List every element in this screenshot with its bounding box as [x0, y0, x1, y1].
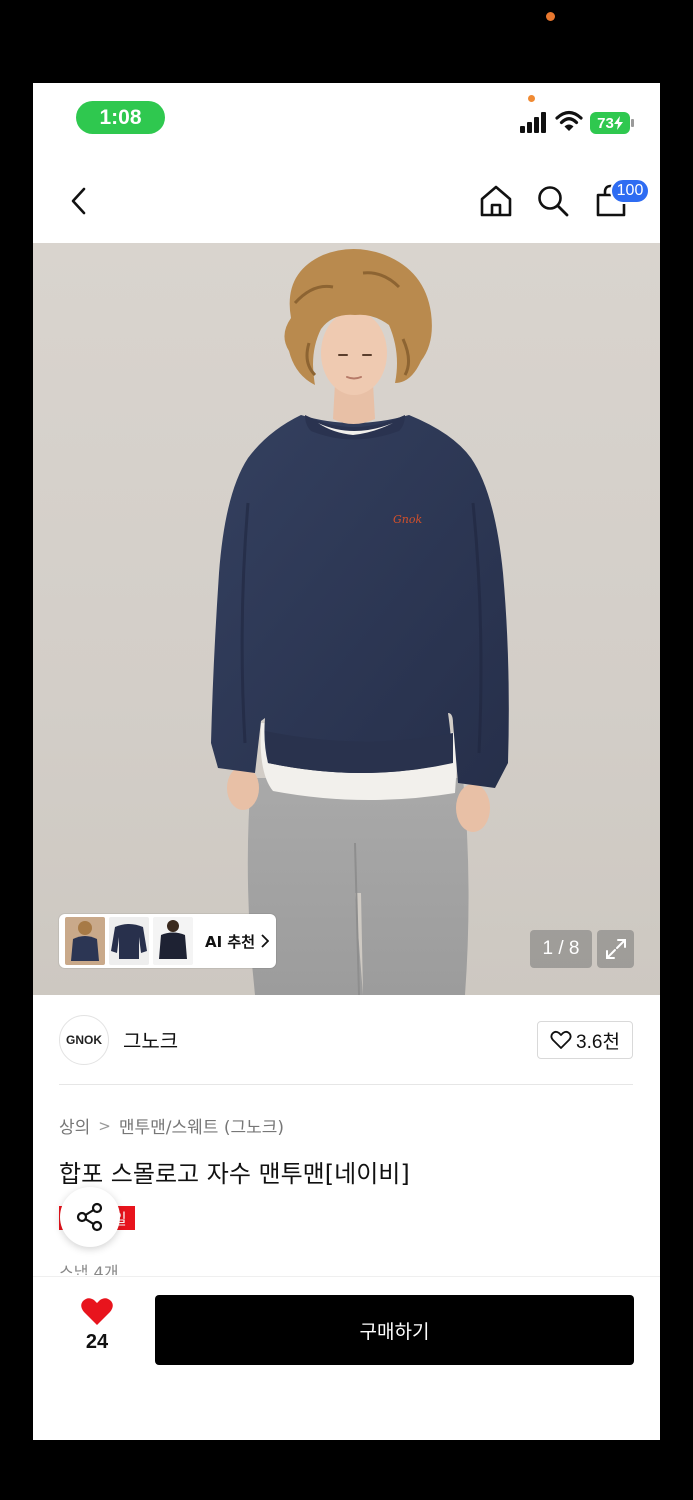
- search-icon: [538, 186, 569, 217]
- privacy-indicator: [528, 95, 535, 102]
- status-time: 1:08: [76, 101, 165, 134]
- charging-bolt-icon: [613, 116, 623, 130]
- recommend-thumbnail: [65, 917, 105, 965]
- breadcrumb-subcategory[interactable]: 맨투맨/스웨트 (그노크): [119, 1113, 284, 1138]
- brand-logo[interactable]: GNOK: [59, 1015, 109, 1065]
- brand-name-link[interactable]: 그노크: [123, 1025, 178, 1054]
- brand-row: GNOK 그노크 3.6천: [59, 1013, 633, 1085]
- image-page-counter: 1 / 8: [530, 930, 592, 968]
- brand-like-button[interactable]: 3.6천: [537, 1021, 633, 1059]
- ai-recommend-chip[interactable]: AI 추천: [59, 914, 276, 968]
- status-bar: 1:08 73: [33, 83, 660, 153]
- breadcrumb-separator-icon: >: [98, 1116, 111, 1135]
- product-image-carousel[interactable]: Gnok AI 추천 1 / 8: [33, 243, 660, 995]
- wishlist-button[interactable]: 24: [73, 1297, 121, 1361]
- signal-icon: [520, 112, 546, 133]
- top-nav-bar: [33, 165, 660, 243]
- app-screen: 1:08 73 100 Gnok AI 추천 1 / 8 GNOK 그노크 3.…: [33, 83, 660, 1440]
- ai-recommend-label: AI 추천: [205, 932, 256, 951]
- expand-icon: [605, 939, 626, 959]
- battery-level: 73: [597, 114, 614, 132]
- expand-image-button[interactable]: [597, 930, 634, 968]
- battery-tip: [631, 119, 634, 127]
- battery-indicator: 73: [590, 112, 630, 134]
- cart-count-badge: 100: [610, 178, 650, 204]
- wishlist-count: 24: [85, 1331, 109, 1353]
- buy-button[interactable]: 구매하기: [155, 1295, 634, 1365]
- breadcrumb-category[interactable]: 상의: [59, 1113, 90, 1138]
- wifi-icon: [555, 110, 583, 131]
- bottom-action-bar: 24 구매하기: [33, 1276, 660, 1440]
- share-icon: [76, 1202, 103, 1232]
- sweatshirt-logo-embroidery: Gnok: [393, 513, 422, 526]
- recommend-thumbnail: [109, 917, 149, 965]
- share-button[interactable]: [60, 1187, 120, 1247]
- breadcrumb: 상의 > 맨투맨/스웨트 (그노크): [59, 1113, 284, 1139]
- back-button[interactable]: [61, 181, 97, 221]
- search-button[interactable]: [533, 179, 573, 223]
- product-photo: Gnok: [211, 249, 509, 995]
- back-icon: [71, 187, 86, 215]
- chevron-right-icon: [261, 934, 270, 948]
- product-title: 합포 스몰로고 자수 맨투맨[네이비]: [59, 1160, 410, 1188]
- home-icon: [480, 185, 512, 217]
- heart-outline-icon: [550, 1030, 572, 1049]
- brand-like-count: 3.6천: [576, 1031, 620, 1053]
- heart-filled-icon: [81, 1298, 113, 1325]
- snap-count-link[interactable]: 스냅 4개: [59, 1259, 118, 1275]
- recommend-thumbnail: [153, 917, 193, 965]
- camera-indicator-dot: [546, 12, 555, 21]
- home-button[interactable]: [476, 179, 516, 223]
